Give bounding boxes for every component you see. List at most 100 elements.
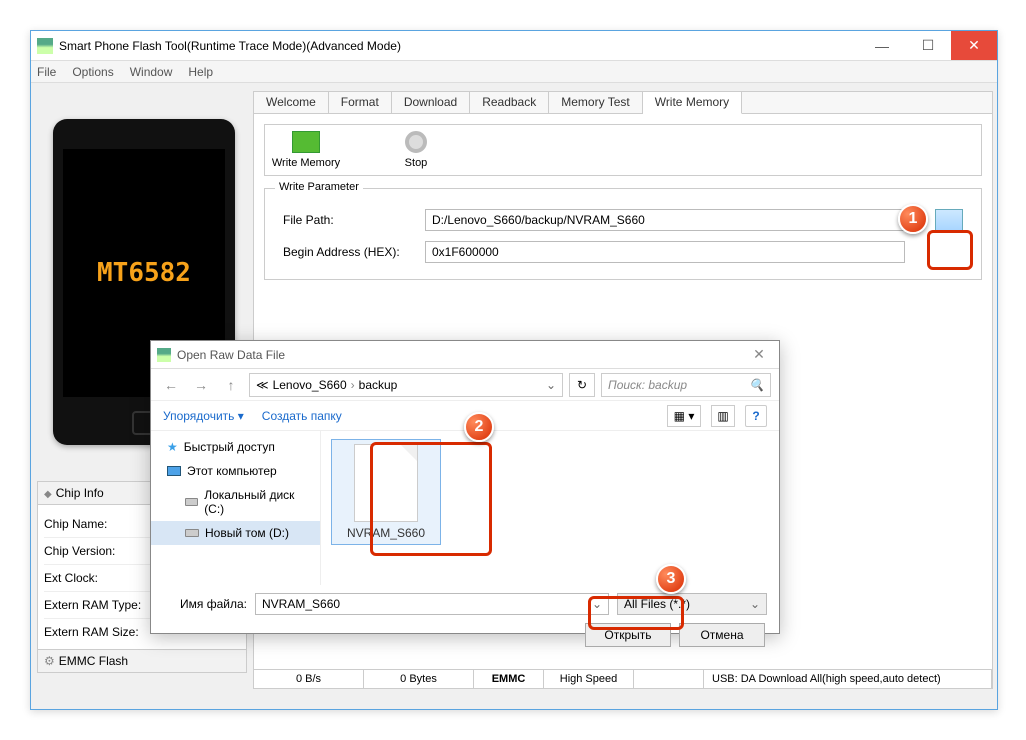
status-bytes: 0 Bytes — [364, 670, 474, 688]
tab-welcome[interactable]: Welcome — [254, 92, 329, 113]
star-icon — [167, 440, 178, 454]
file-path-label: File Path: — [283, 213, 413, 227]
filename-value: NVRAM_S660 — [262, 597, 340, 611]
sidebar-this-pc[interactable]: Этот компьютер — [151, 459, 320, 483]
disk-icon — [185, 529, 199, 537]
begin-address-row: Begin Address (HEX): 0x1F600000 — [283, 241, 963, 263]
file-path-input[interactable]: D:/Lenovo_S660/backup/NVRAM_S660 — [425, 209, 917, 231]
menu-options[interactable]: Options — [72, 65, 113, 79]
toolbar: Write Memory Stop — [264, 124, 982, 176]
file-path-row: File Path: D:/Lenovo_S660/backup/NVRAM_S… — [283, 209, 963, 231]
write-parameter-group: Write Parameter File Path: D:/Lenovo_S66… — [264, 188, 982, 280]
menu-file[interactable]: File — [37, 65, 56, 79]
dialog-body: Быстрый доступ Этот компьютер Локальный … — [151, 431, 779, 585]
callout-1: 1 — [898, 204, 928, 234]
tab-memory-test[interactable]: Memory Test — [549, 92, 642, 113]
dialog-titlebar: Open Raw Data File ✕ — [151, 341, 779, 369]
stop-label: Stop — [405, 157, 428, 169]
nav-up-button[interactable]: ↑ — [219, 374, 243, 396]
maximize-button[interactable]: ☐ — [905, 31, 951, 60]
status-usb: USB: DA Download All(high speed,auto det… — [704, 670, 992, 688]
file-type-select[interactable]: All Files (*.*) ⌄ — [617, 593, 767, 615]
ram-icon — [292, 131, 320, 153]
status-bar: 0 B/s 0 Bytes EMMC High Speed USB: DA Do… — [253, 669, 993, 689]
filename-row: Имя файла: NVRAM_S660 ⌄ All Files (*.*) … — [163, 593, 767, 615]
organize-menu[interactable]: Упорядочить ▾ — [163, 409, 244, 423]
gear-icon — [44, 654, 55, 668]
sidebar-d-label: Новый том (D:) — [205, 526, 289, 540]
file-type-value: All Files (*.*) — [624, 597, 690, 611]
status-storage: EMMC — [474, 670, 544, 688]
minimize-button[interactable]: — — [859, 31, 905, 60]
chip-info-title: Chip Info — [56, 486, 104, 500]
tab-content: Write Memory Stop Write Parameter File P… — [254, 114, 992, 290]
menu-window[interactable]: Window — [130, 65, 173, 79]
search-input[interactable]: Поиск: backup 🔍 — [601, 373, 771, 397]
window-controls: — ☐ ✕ — [859, 31, 997, 60]
close-button[interactable]: ✕ — [951, 31, 997, 60]
begin-address-input[interactable]: 0x1F600000 — [425, 241, 905, 263]
dialog-file-list[interactable]: NVRAM_S660 — [321, 431, 779, 585]
breadcrumb-root-icon: ≪ — [256, 378, 269, 392]
stop-icon — [405, 131, 427, 153]
stop-button[interactable]: Stop — [381, 131, 451, 169]
sidebar-quick-access[interactable]: Быстрый доступ — [151, 435, 320, 459]
titlebar: Smart Phone Flash Tool(Runtime Trace Mod… — [31, 31, 997, 61]
chevron-down-icon[interactable]: ⌄ — [750, 597, 760, 611]
tab-write-memory[interactable]: Write Memory — [643, 92, 742, 114]
callout-3: 3 — [656, 564, 686, 594]
app-icon — [37, 38, 53, 54]
disk-icon — [185, 498, 198, 506]
sidebar-new-volume-d[interactable]: Новый том (D:) — [151, 521, 320, 545]
preview-pane-button[interactable]: ▥ — [711, 405, 735, 427]
dialog-buttons: Открыть Отмена — [163, 623, 767, 647]
breadcrumb[interactable]: ≪ Lenovo_S660 › backup ⌄ — [249, 373, 563, 397]
breadcrumb-separator-icon: › — [351, 378, 355, 392]
breadcrumb-seg2[interactable]: backup — [359, 378, 398, 392]
dialog-close-button[interactable]: ✕ — [745, 346, 773, 363]
menubar: File Options Window Help — [31, 61, 997, 83]
nav-back-button[interactable]: ← — [159, 374, 183, 396]
filename-input[interactable]: NVRAM_S660 ⌄ — [255, 593, 609, 615]
refresh-button[interactable]: ↻ — [569, 373, 595, 397]
dialog-sidebar: Быстрый доступ Этот компьютер Локальный … — [151, 431, 321, 585]
search-placeholder: Поиск: backup — [608, 378, 687, 392]
dialog-nav: ← → ↑ ≪ Lenovo_S660 › backup ⌄ ↻ Поиск: … — [151, 369, 779, 401]
help-button[interactable]: ? — [745, 405, 767, 427]
write-memory-button[interactable]: Write Memory — [271, 131, 341, 169]
breadcrumb-dropdown-icon[interactable]: ⌄ — [546, 378, 556, 392]
tab-readback[interactable]: Readback — [470, 92, 549, 113]
dialog-bottom: Имя файла: NVRAM_S660 ⌄ All Files (*.*) … — [151, 585, 779, 655]
write-parameter-legend: Write Parameter — [275, 181, 363, 193]
browse-button[interactable] — [935, 209, 963, 231]
file-item-nvram[interactable]: NVRAM_S660 — [331, 439, 441, 545]
sidebar-local-disk-c[interactable]: Локальный диск (C:) — [151, 483, 320, 521]
breadcrumb-seg1[interactable]: Lenovo_S660 — [273, 378, 347, 392]
pc-icon — [167, 466, 181, 476]
filename-label: Имя файла: — [163, 597, 247, 611]
view-mode-button[interactable]: ▦ ▾ — [667, 405, 701, 427]
status-mode: High Speed — [544, 670, 634, 688]
status-speed: 0 B/s — [254, 670, 364, 688]
dialog-app-icon — [157, 348, 171, 362]
tab-download[interactable]: Download — [392, 92, 470, 113]
tabs: Welcome Format Download Readback Memory … — [254, 92, 992, 114]
new-folder-button[interactable]: Создать папку — [262, 409, 342, 423]
open-button[interactable]: Открыть — [585, 623, 671, 647]
cancel-button[interactable]: Отмена — [679, 623, 765, 647]
menu-help[interactable]: Help — [188, 65, 213, 79]
file-item-label: NVRAM_S660 — [347, 526, 425, 540]
sidebar-quick-label: Быстрый доступ — [184, 440, 275, 454]
chevron-down-icon[interactable]: ⌄ — [592, 597, 602, 611]
open-file-dialog: Open Raw Data File ✕ ← → ↑ ≪ Lenovo_S660… — [150, 340, 780, 634]
file-icon — [354, 444, 418, 522]
write-memory-label: Write Memory — [272, 157, 340, 169]
window-title: Smart Phone Flash Tool(Runtime Trace Mod… — [59, 39, 859, 53]
callout-2: 2 — [464, 412, 494, 442]
sidebar-c-label: Локальный диск (C:) — [204, 488, 310, 516]
emmc-flash-label: EMMC Flash — [59, 654, 128, 668]
nav-forward-button[interactable]: → — [189, 374, 213, 396]
phone-chip-label: MT6582 — [97, 258, 191, 288]
chip-icon — [44, 486, 52, 500]
tab-format[interactable]: Format — [329, 92, 392, 113]
